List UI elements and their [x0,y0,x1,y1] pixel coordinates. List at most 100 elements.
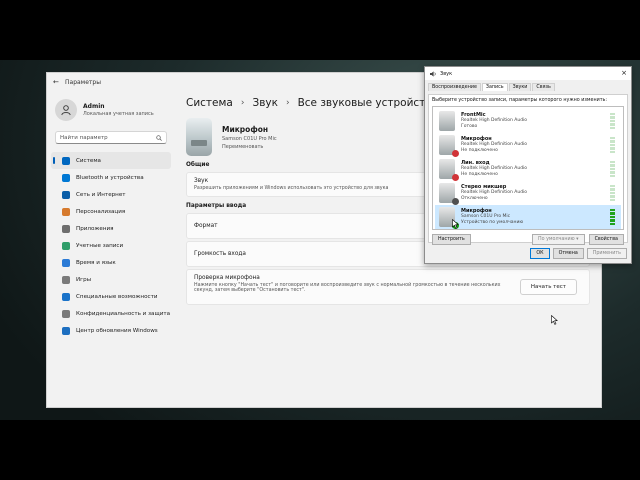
brush-icon [62,207,70,216]
breadcrumb-all-devices[interactable]: Все звуковые устройства [298,97,438,109]
level-segment [610,143,615,147]
rename-link[interactable]: Переименовать [222,144,277,150]
sidebar-item-9[interactable]: Конфиденциальность и защита [51,305,171,322]
level-segment [610,161,615,164]
shield-icon [62,309,70,318]
device-text: Микрофон Realtek High Definition Audio Не … [461,136,527,154]
device-status: Не подключено [461,172,498,177]
configure-button[interactable]: Настроить [432,234,471,245]
level-segment [610,140,615,143]
monitor-icon [62,156,70,165]
recording-device-row[interactable]: Стерео микшер Realtek High Definition Aud… [435,181,621,205]
person-icon [62,241,70,250]
ok-button[interactable]: ОК [530,248,550,259]
level-meter [610,185,615,202]
sidebar-item-label: Время и язык [76,259,116,266]
device-text: Лин. вход Realtek High Definition Audio Не… [461,160,527,178]
bluetooth-icon [62,173,70,182]
breadcrumb-sound[interactable]: Звук [252,97,277,109]
recording-device-row[interactable]: Лин. вход Realtek High Definition Audio Не… [435,157,621,181]
start-test-button[interactable]: Начать тест [519,279,577,295]
user-profile[interactable]: Admin Локальная учетная запись [47,91,175,129]
search-input[interactable]: Найти параметр [55,131,167,144]
recording-device-list: FrontMic Realtek High Definition Audio Гот… [432,106,624,230]
level-segment [610,219,615,222]
recording-device-row[interactable]: FrontMic Realtek High Definition Audio Гот… [435,109,621,133]
tab-0[interactable]: Воспроизведение [428,83,481,91]
device-status: Готово [461,124,478,129]
level-segment [610,171,615,174]
mouse-cursor-icon [551,315,558,325]
sidebar-item-5[interactable]: Учетные записи [51,237,171,254]
level-segment [610,212,615,215]
device-status: Не подключено [461,148,498,153]
sidebar-item-8[interactable]: Специальные возможности [51,288,171,305]
default-controls: По умолчанию ▾ Свойства [532,234,624,245]
sidebar-item-1[interactable]: Bluetooth и устройства [51,169,171,186]
default-select[interactable]: По умолчанию ▾ [532,234,585,245]
sidebar-item-0[interactable]: Система [51,152,171,169]
level-segment [610,185,615,188]
tab-2[interactable]: Звуки [508,83,532,91]
sidebar: Admin Локальная учетная запись Найти пар… [47,91,175,407]
microphone-icon [439,183,459,205]
input-volume-label: Громкость входа [194,251,246,257]
avatar [55,99,77,121]
chevron-right-icon: › [285,98,290,108]
apply-button[interactable]: Применить [586,248,627,259]
sidebar-item-label: Конфиденциальность и защита [76,310,171,317]
back-arrow-icon[interactable]: ← [53,78,65,86]
apps-icon [62,224,70,233]
nav-list: Система Bluetooth и устройства Сеть и Инте… [47,152,175,339]
sidebar-item-2[interactable]: Сеть и Интернет [51,186,171,203]
sidebar-item-label: Игры [76,276,92,283]
sidebar-item-label: Система [76,157,101,164]
search-icon [156,134,162,141]
sidebar-item-3[interactable]: Персонализация [51,203,171,220]
user-name: Admin [83,103,105,110]
recording-device-row[interactable]: Микрофон Samson C01U Pro Mic Устройство по… [435,205,621,229]
sound-dialog-title: Звук [440,70,453,77]
level-segment [610,113,615,116]
status-badge-icon [452,174,459,181]
close-icon[interactable]: × [621,69,627,77]
sidebar-item-10[interactable]: Центр обновления Windows [51,322,171,339]
device-status: Отключено [461,196,488,201]
level-meter [610,137,615,154]
level-segment [610,150,615,154]
device-text: Стерео микшер Realtek High Definition Aud… [461,184,527,202]
sidebar-item-label: Персонализация [76,208,126,215]
user-account-type: Локальная учетная запись [83,111,154,117]
mic-test-card: Проверка микрофона Нажмите кнопку "Начат… [186,269,590,305]
sound-dialog-tabs: Воспроизведение Запись Звуки Связь [425,83,631,91]
device-text: Микрофон Samson C01U Pro Mic Устройство по… [461,208,523,226]
sidebar-item-label: Приложения [76,225,114,232]
recording-device-row[interactable]: Микрофон Realtek High Definition Audio Не … [435,133,621,157]
breadcrumb-system[interactable]: Система [186,97,233,109]
sidebar-item-4[interactable]: Приложения [51,220,171,237]
properties-button[interactable]: Свойства [588,234,624,245]
chevron-down-icon: ▾ [576,237,579,242]
sound-dialog-footer: ОК Отмена Применить [530,248,627,259]
level-segment [610,191,615,195]
letterbox-bottom [0,420,640,480]
update-icon [62,326,70,335]
status-badge-icon [452,150,459,157]
microphone-icon [439,111,455,131]
level-segment [610,188,615,191]
mouse-cursor-icon [452,219,459,229]
sidebar-item-label: Учетные записи [76,242,124,249]
level-segment [610,167,615,171]
device-name: Микрофон [222,124,269,134]
sound-dialog-titlebar: Звук × [425,67,631,80]
tab-1[interactable]: Запись [481,83,508,91]
level-segment [610,119,615,123]
status-badge-icon [452,198,459,205]
sidebar-item-6[interactable]: Время и язык [51,254,171,271]
sidebar-item-7[interactable]: Игры [51,271,171,288]
letterbox-top [0,0,640,60]
cancel-button[interactable]: Отмена [552,248,584,259]
tab-3[interactable]: Связь [532,83,555,91]
sound-instruction: Выберите устройство записи, параметры ко… [432,98,607,103]
level-segment [610,215,615,219]
